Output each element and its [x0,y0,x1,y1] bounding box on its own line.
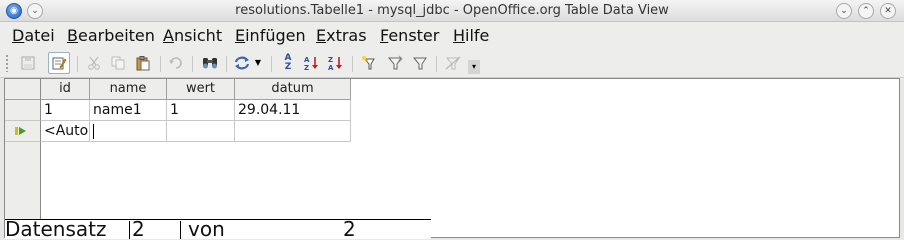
edit-marker-icon [15,127,18,135]
copy-icon[interactable] [107,52,129,74]
refresh-dropdown-icon[interactable]: ▼ [252,52,264,74]
column-header-name[interactable]: name [90,79,167,100]
column-header-datum[interactable]: datum [235,79,351,100]
table-cell[interactable]: 29.04.11 [235,100,351,121]
standard-filter-icon[interactable] [384,52,406,74]
menu-label: atei [24,26,55,45]
toolbar-overflow-icon[interactable]: ▾ [468,60,480,74]
menu-ansicht[interactable]: Ansicht [163,26,222,45]
toolbar-grip[interactable] [5,54,9,72]
column-header-id[interactable]: id [41,79,90,100]
filter-icon[interactable] [409,52,431,74]
svg-text:Z: Z [328,56,333,64]
menu-hilfe[interactable]: Hilfe [453,26,489,45]
sort-ascending-icon[interactable]: AZ [301,52,323,74]
menu-accelerator: E [316,26,327,45]
minimize-button[interactable]: ⌄ [836,3,852,19]
menu-label: nsicht [173,26,223,45]
status-separator [180,221,181,239]
record-total: 2 [343,217,356,240]
record-current-field[interactable]: 2 [132,218,145,240]
toolbar-separator [271,56,272,72]
cut-icon[interactable] [83,52,105,74]
table-cell[interactable]: name1 [90,100,167,121]
grid-corner[interactable] [5,79,41,100]
record-navigation-bar: Datensatz 2 von 2 [5,217,431,240]
toolbar-separator [192,56,193,72]
refresh-icon[interactable] [231,52,253,74]
menu-einfuegen[interactable]: Einfügen [235,26,306,45]
sort-descending-icon[interactable]: ZA [325,52,347,74]
svg-text:A: A [304,56,310,64]
toolbar-separator [352,56,353,72]
table-cell-active[interactable] [90,121,167,142]
sort-icon[interactable]: AZ [277,52,299,74]
table-cell[interactable]: 1 [167,100,235,121]
menu-accelerator: B [67,26,78,45]
maximize-button[interactable]: ⌃ [858,3,874,19]
undo-icon[interactable] [165,52,187,74]
title-bar: ◉ ⌄ resolutions.Tabelle1 - mysql_jdbc - … [0,0,904,22]
find-icon[interactable] [199,52,221,74]
menu-accelerator: E [235,26,246,45]
menu-label: xtras [326,26,367,45]
toolbar: ▼ AZ AZ ZA ▾ [0,48,904,78]
save-icon[interactable] [17,52,39,74]
menu-label: earbeiten [77,26,155,45]
row-header[interactable] [5,100,41,121]
svg-text:Z: Z [304,64,309,71]
menu-fenster[interactable]: Fenster [380,26,439,45]
menu-accelerator: H [453,26,466,45]
autofilter-icon[interactable] [359,52,381,74]
record-label: Datensatz [5,217,107,240]
menu-datei[interactable]: Datei [12,26,55,45]
toolbar-separator [160,56,161,72]
current-row-arrow-icon [19,127,26,135]
sort-glyph-bottom: Z [284,62,292,72]
close-button[interactable]: ✕ [880,3,896,19]
data-grid: id name wert datum 1 name1 1 29.04.11 <A… [4,78,900,240]
row-header-current[interactable] [5,121,41,142]
status-separator [129,221,130,239]
menu-bar: Datei Bearbeiten Ansicht Einfügen Extras… [0,22,904,48]
table-cell[interactable] [167,121,235,142]
edit-data-icon[interactable] [48,52,70,74]
toolbar-separator [77,56,78,72]
text-cursor [93,124,94,139]
paste-icon[interactable] [132,52,154,74]
svg-text:A: A [328,64,334,71]
menu-label: ilfe [465,26,490,45]
remove-filter-icon[interactable] [442,52,464,74]
menu-extras[interactable]: Extras [316,26,367,45]
table-cell[interactable] [235,121,351,142]
column-header-wert[interactable]: wert [167,79,235,100]
toolbar-separator [226,56,227,72]
table-cell[interactable]: 1 [41,100,90,121]
menu-accelerator: D [12,26,25,45]
menu-label: enster [388,26,440,45]
menu-label: infügen [245,26,306,45]
table-cell[interactable]: <Auto [41,121,90,142]
menu-accelerator: A [163,26,174,45]
window-title: resolutions.Tabelle1 - mysql_jdbc - Open… [235,3,669,18]
toolbar-separator [436,56,437,72]
menu-bearbeiten[interactable]: Bearbeiten [67,26,155,45]
record-of-label: von [188,217,225,240]
